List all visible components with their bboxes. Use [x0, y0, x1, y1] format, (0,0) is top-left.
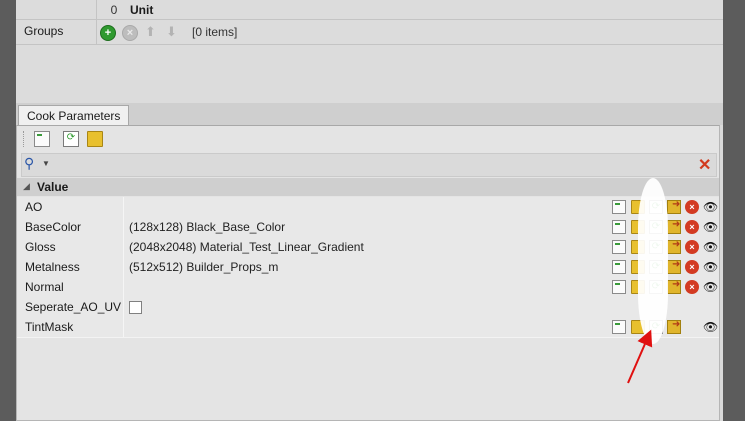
clear-icon[interactable]: ×	[685, 280, 699, 294]
export-icon[interactable]	[667, 199, 681, 214]
open-folder-icon[interactable]	[87, 131, 103, 147]
column-divider	[123, 237, 124, 257]
export-icon[interactable]	[667, 319, 681, 334]
new-texture-icon[interactable]	[612, 200, 626, 214]
clear-search-icon[interactable]: ✕	[698, 155, 711, 175]
new-texture-icon[interactable]	[612, 280, 626, 294]
parameter-row[interactable]: Metalness(512x512) Builder_Props_m⟳×👁	[17, 257, 719, 278]
new-texture-icon[interactable]	[612, 260, 626, 274]
groups-label: Groups	[24, 24, 64, 38]
view-icon[interactable]: 👁	[703, 260, 718, 274]
new-texture-icon[interactable]	[612, 220, 626, 234]
value-group-header[interactable]: ◢ Value	[17, 178, 719, 196]
add-group-icon[interactable]: +	[100, 25, 116, 41]
clear-icon[interactable]: ×	[685, 240, 699, 254]
toolbar: ⟳	[17, 126, 719, 152]
collapse-triangle-icon[interactable]: ◢	[23, 181, 30, 192]
column-divider	[123, 317, 124, 337]
export-icon[interactable]	[667, 219, 681, 234]
parameter-row[interactable]: AO⟳×👁	[17, 197, 719, 218]
highlight-annotation	[638, 178, 668, 344]
parameter-row[interactable]: Gloss (2048x2048) Material_Test_Linear_Gr…	[17, 237, 719, 258]
parameter-name: BaseColor	[25, 220, 82, 234]
view-icon[interactable]: 👁	[703, 280, 718, 294]
parameter-row[interactable]: TintMask⟳👁	[17, 317, 719, 338]
clear-icon[interactable]: ×	[685, 260, 699, 274]
window-frame-left	[0, 0, 16, 421]
clear-icon[interactable]: ×	[685, 220, 699, 234]
seperate-ao-uv-checkbox[interactable]	[129, 301, 142, 314]
view-icon[interactable]: 👁	[703, 320, 718, 334]
search-bar[interactable]: ⚲ ▼ ✕	[21, 153, 717, 177]
column-divider	[123, 217, 124, 237]
unit-label: Unit	[130, 3, 154, 17]
search-icon[interactable]: ⚲	[24, 155, 34, 172]
unit-value: 0	[110, 3, 118, 17]
parameter-name: Metalness	[25, 260, 80, 274]
view-icon[interactable]: 👁	[703, 220, 718, 234]
parameter-value[interactable]: (512x512) Builder_Props_m	[129, 260, 278, 274]
clear-icon[interactable]: ×	[685, 200, 699, 214]
column-divider	[123, 277, 124, 297]
column-divider	[123, 257, 124, 277]
properties-panel: 0 Unit Groups + × ⬆ ⬇ [0 items]	[16, 0, 723, 103]
new-texture-icon[interactable]	[34, 131, 50, 147]
parameter-row[interactable]: BaseColor(128x128) Black_Base_Color⟳×👁	[17, 217, 719, 238]
parameter-name: Gloss	[25, 240, 56, 254]
groups-count: [0 items]	[192, 25, 238, 39]
chevron-down-icon[interactable]: ▼	[42, 159, 50, 168]
parameter-row[interactable]: Normal⟳×👁	[17, 277, 719, 298]
arrow-line	[627, 329, 653, 384]
export-icon[interactable]	[667, 239, 681, 254]
move-up-icon[interactable]: ⬆	[145, 24, 156, 40]
cook-parameters-panel: ⟳ ⚲ ▼ ✕ ◢ Value AO⟳×👁BaseColor(128x128) …	[16, 125, 720, 421]
parameter-name: Normal	[25, 280, 64, 294]
column-divider	[123, 197, 124, 217]
move-down-icon[interactable]: ⬇	[166, 24, 177, 40]
tab-cook-parameters[interactable]: Cook Parameters	[18, 105, 130, 126]
annotation-arrow	[627, 329, 653, 384]
parameter-name: Seperate_AO_UV	[25, 300, 122, 314]
window-frame-right	[723, 0, 745, 421]
parameter-name: AO	[25, 200, 43, 214]
toolbar-grip[interactable]	[23, 131, 26, 147]
new-texture-icon[interactable]	[612, 240, 626, 254]
view-icon[interactable]: 👁	[703, 200, 718, 214]
groups-row: Groups + × ⬆ ⬇ [0 items]	[16, 20, 723, 45]
parameter-row[interactable]: Seperate_AO_UV	[17, 297, 719, 318]
column-divider	[123, 297, 124, 317]
parameter-name: TintMask	[25, 320, 74, 334]
value-group-label: Value	[37, 180, 69, 194]
parameter-list: AO⟳×👁BaseColor(128x128) Black_Base_Color…	[17, 197, 719, 397]
tab-bar: Cook Parameters	[16, 103, 723, 126]
export-icon[interactable]	[667, 259, 681, 274]
parameter-value[interactable]: (128x128) Black_Base_Color	[129, 220, 285, 234]
parameter-value[interactable]: (2048x2048) Material_Test_Linear_Gradien…	[129, 240, 364, 254]
reload-all-icon[interactable]: ⟳	[63, 131, 79, 147]
view-icon[interactable]: 👁	[703, 240, 718, 254]
export-icon[interactable]	[667, 279, 681, 294]
remove-group-icon[interactable]: ×	[122, 25, 138, 41]
unit-row: 0 Unit	[16, 0, 723, 20]
